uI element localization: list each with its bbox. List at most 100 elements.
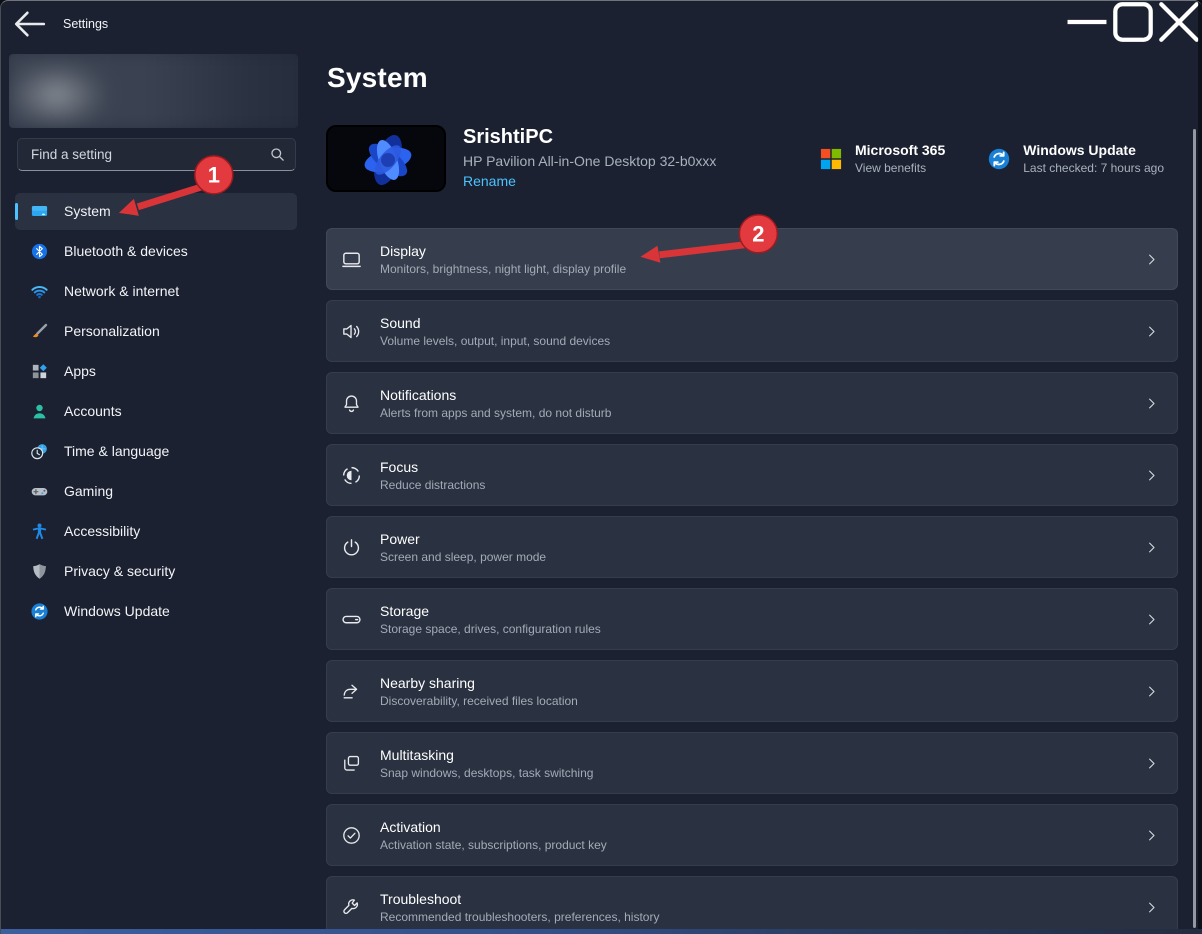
vertical-scrollbar[interactable] [1193,129,1196,928]
back-button[interactable] [11,7,49,41]
sidebar-item-label: Bluetooth & devices [64,243,188,259]
sidebar-item[interactable]: Gaming [15,473,297,510]
settings-row-subtitle: Reduce distractions [380,478,485,492]
chevron-right-icon [1140,252,1163,267]
sidebar-item-label: Privacy & security [64,563,175,579]
settings-row[interactable]: Power Screen and sleep, power mode [326,516,1178,578]
settings-row-title: Multitasking [380,747,593,763]
sidebar-item[interactable]: Personalization [15,313,297,350]
settings-row-title: Focus [380,459,485,475]
close-icon [1156,0,1202,45]
troubleshoot-icon [340,896,363,919]
settings-row[interactable]: Activation Activation state, subscriptio… [326,804,1178,866]
quick-link-card[interactable]: Microsoft 365 View benefits [819,142,945,175]
sidebar-item[interactable]: Time & language [15,433,297,470]
sidebar-item-label: Network & internet [64,283,179,299]
settings-row[interactable]: Focus Reduce distractions [326,444,1178,506]
device-model: HP Pavilion All-in-One Desktop 32-b0xxx [463,153,716,169]
settings-row-title: Troubleshoot [380,891,659,907]
window-controls [1064,1,1202,43]
titlebar: Settings [1,1,1202,46]
apps-icon [30,362,49,381]
sidebar-item[interactable]: Bluetooth & devices [15,233,297,270]
search-input[interactable] [29,146,270,163]
settings-row[interactable]: Multitasking Snap windows, desktops, tas… [326,732,1178,794]
maximize-icon [1110,0,1156,45]
settings-window: Settings [0,0,1202,934]
storage-icon [340,608,363,631]
settings-row-title: Notifications [380,387,611,403]
sidebar-item[interactable]: Windows Update [15,593,297,630]
sidebar-nav: System Bluetooth & devices Network & int… [1,191,311,631]
settings-row[interactable]: Sound Volume levels, output, input, soun… [326,300,1178,362]
quick-links: Microsoft 365 View benefits Windows Upda… [819,142,1178,175]
accounts-icon [30,402,49,421]
settings-row-title: Power [380,531,546,547]
back-arrow-icon [11,5,49,43]
quick-link-subtitle: Last checked: 7 hours ago [1023,161,1164,175]
window-bottom-edge [1,929,1202,934]
settings-row-subtitle: Storage space, drives, configuration rul… [380,622,601,636]
bluetooth-icon [30,242,49,261]
focus-icon [340,464,363,487]
settings-rows: Display Monitors, brightness, night ligh… [326,228,1178,934]
settings-row-subtitle: Alerts from apps and system, do not dist… [380,406,611,420]
search-box [17,138,296,171]
settings-row[interactable]: Nearby sharing Discoverability, received… [326,660,1178,722]
sidebar-item[interactable]: Apps [15,353,297,390]
sidebar-item[interactable]: Accounts [15,393,297,430]
chevron-right-icon [1140,324,1163,339]
sidebar-item[interactable]: Network & internet [15,273,297,310]
chevron-right-icon [1140,468,1163,483]
user-profile-blurred[interactable] [9,54,298,128]
multitasking-icon [340,752,363,775]
sidebar-item-label: Personalization [64,323,160,339]
display-icon [340,248,363,271]
sound-icon [340,320,363,343]
settings-row-subtitle: Discoverability, received files location [380,694,578,708]
settings-row-title: Nearby sharing [380,675,578,691]
minimize-icon [1064,0,1110,45]
accessibility-icon [30,522,49,541]
chevron-right-icon [1140,612,1163,627]
device-name: SrishtiPC [463,126,716,149]
sidebar-item-label: Accounts [64,403,122,419]
quick-link-title: Windows Update [1023,142,1164,158]
sidebar-item[interactable]: Privacy & security [15,553,297,590]
page-title: System [327,62,1202,94]
rename-link[interactable]: Rename [463,173,516,189]
windows-bloom-image [326,125,446,192]
sidebar-item-label: Gaming [64,483,113,499]
settings-row-subtitle: Snap windows, desktops, task switching [380,766,593,780]
settings-row-title: Display [380,243,626,259]
quick-link-card[interactable]: Windows Update Last checked: 7 hours ago [987,142,1164,175]
sidebar-item[interactable]: Accessibility [15,513,297,550]
device-thumbnail-image [326,125,446,192]
settings-row[interactable]: Notifications Alerts from apps and syste… [326,372,1178,434]
window-control-button[interactable] [1156,1,1202,43]
system-icon [30,202,49,221]
settings-row-subtitle: Activation state, subscriptions, product… [380,838,607,852]
window-control-button[interactable] [1064,1,1110,43]
sidebar-item-label: Accessibility [64,523,140,539]
settings-row-title: Sound [380,315,610,331]
settings-row-subtitle: Volume levels, output, input, sound devi… [380,334,610,348]
settings-row[interactable]: Storage Storage space, drives, configura… [326,588,1178,650]
settings-row[interactable]: Troubleshoot Recommended troubleshooters… [326,876,1178,934]
network-icon [30,282,49,301]
sidebar-item[interactable]: System [15,193,297,230]
settings-row-subtitle: Recommended troubleshooters, preferences… [380,910,659,924]
microsoft-365-icon [819,147,843,171]
settings-row-title: Storage [380,603,601,619]
window-control-button[interactable] [1110,1,1156,43]
settings-row[interactable]: Display Monitors, brightness, night ligh… [326,228,1178,290]
chevron-right-icon [1140,756,1163,771]
windows-update-icon [987,147,1011,171]
window-right-edge [1198,1,1202,934]
nearby-sharing-icon [340,680,363,703]
power-icon [340,536,363,559]
sidebar-item-label: Time & language [64,443,169,459]
chevron-right-icon [1140,540,1163,555]
gaming-icon [30,482,49,501]
sidebar-item-label: Apps [64,363,96,379]
